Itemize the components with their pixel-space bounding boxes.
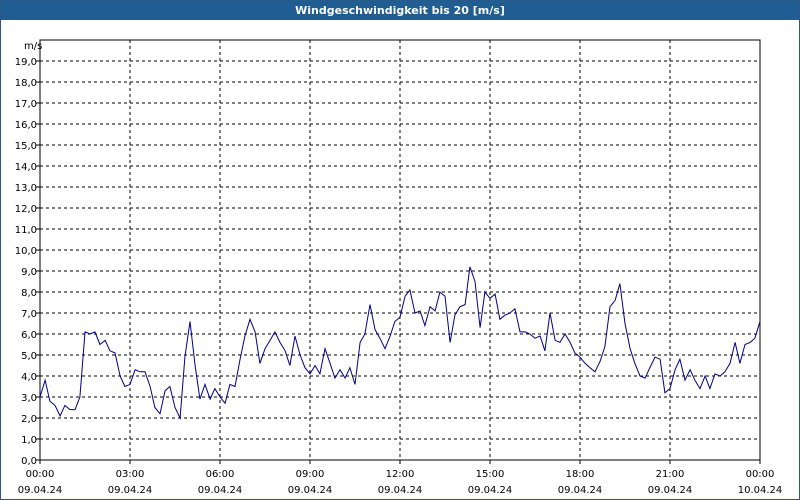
y-tick-label: 6,0 bbox=[21, 330, 37, 341]
x-tick-time-label: 09:00 bbox=[296, 469, 325, 480]
y-tick-label: 1,0 bbox=[21, 435, 37, 446]
x-tick-date-label: 09.04.24 bbox=[378, 485, 423, 496]
x-tick-date-label: 09.04.24 bbox=[288, 485, 333, 496]
x-tick-time-label: 18:00 bbox=[566, 469, 595, 480]
x-tick-date-label: 09.04.24 bbox=[18, 485, 63, 496]
y-tick-label: 14,0 bbox=[15, 162, 37, 173]
x-tick-date-label: 09.04.24 bbox=[648, 485, 693, 496]
x-tick-date-label: 09.04.24 bbox=[198, 485, 243, 496]
x-tick-time-label: 03:00 bbox=[116, 469, 145, 480]
grid-lines bbox=[40, 40, 760, 460]
x-tick-time-label: 15:00 bbox=[476, 469, 505, 480]
y-tick-label: 19,0 bbox=[15, 57, 37, 68]
y-tick-label: 9,0 bbox=[21, 267, 37, 278]
y-tick-label: 11,0 bbox=[15, 225, 37, 236]
x-tick-time-label: 00:00 bbox=[746, 469, 775, 480]
y-tick-label: 2,0 bbox=[21, 414, 37, 425]
y-tick-label: 10,0 bbox=[15, 246, 37, 257]
y-axis-ticks: 0,0 1,0 2,0 3,0 4,0 5,0 6,0 7,0 8,0 9,0 10,0 11,0 12… bbox=[15, 57, 40, 467]
y-tick-label: 7,0 bbox=[21, 309, 37, 320]
x-tick-date-label: 09.04.24 bbox=[558, 485, 603, 496]
x-axis-ticks: 00:00 09.04.24 03:00 09.04.24 06:00 09.04.24 0… bbox=[18, 460, 783, 496]
y-tick-label: 0,0 bbox=[21, 456, 37, 467]
y-tick-label: 4,0 bbox=[21, 372, 37, 383]
y-tick-label: 8,0 bbox=[21, 288, 37, 299]
x-tick-time-label: 00:00 bbox=[26, 469, 55, 480]
y-tick-label: 16,0 bbox=[15, 120, 37, 131]
y-tick-label: 13,0 bbox=[15, 183, 37, 194]
x-tick-date-label: 10.04.24 bbox=[738, 485, 783, 496]
x-tick-time-label: 21:00 bbox=[656, 469, 685, 480]
y-tick-label: 17,0 bbox=[15, 99, 37, 110]
y-tick-label: 12,0 bbox=[15, 204, 37, 215]
x-tick-date-label: 09.04.24 bbox=[468, 485, 513, 496]
y-tick-label: 5,0 bbox=[21, 351, 37, 362]
x-tick-time-label: 12:00 bbox=[386, 469, 415, 480]
y-tick-label: 15,0 bbox=[15, 141, 37, 152]
y-tick-label: 18,0 bbox=[15, 78, 37, 89]
y-tick-label: 3,0 bbox=[21, 393, 37, 404]
x-tick-time-label: 06:00 bbox=[206, 469, 235, 480]
wind-speed-chart: m/s 0,01,02,03,04,05,06,07,08,09,010,011… bbox=[15, 39, 783, 496]
x-tick-date-label: 09.04.24 bbox=[108, 485, 153, 496]
